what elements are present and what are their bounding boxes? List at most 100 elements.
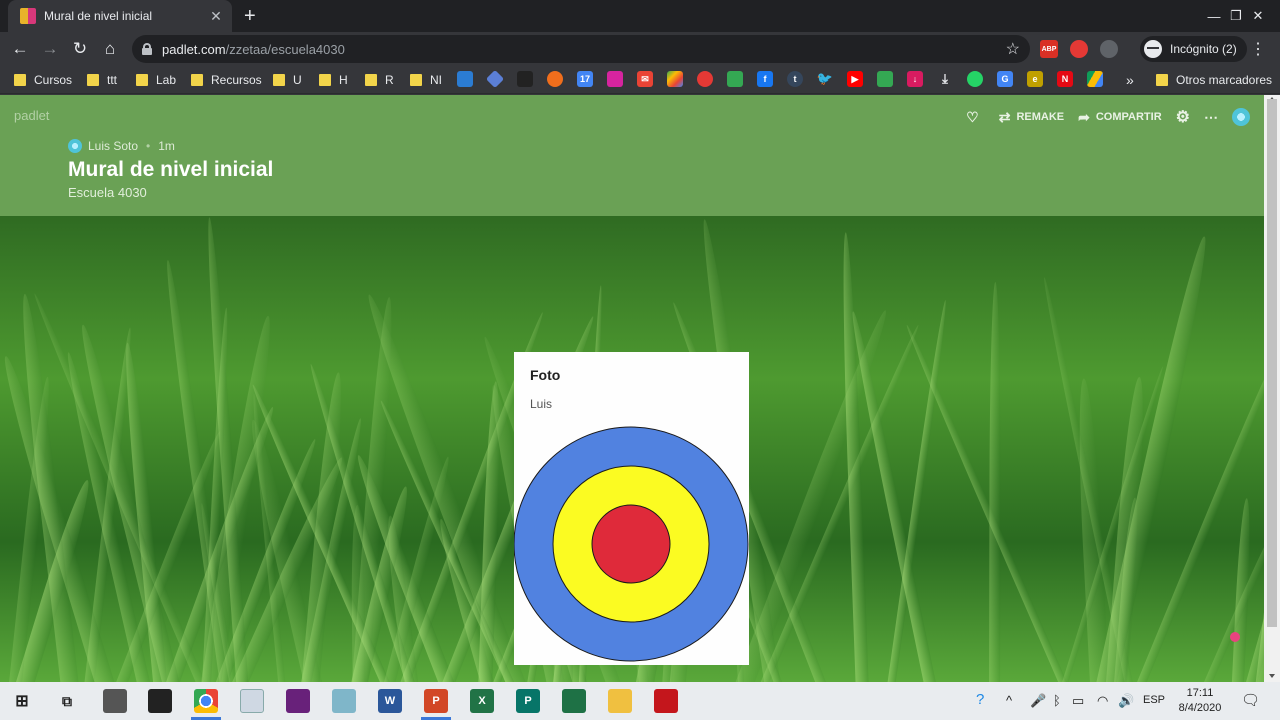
twitter-bookmark-icon[interactable]: 🐦 [817,71,833,87]
whatsapp-bookmark-icon[interactable] [967,71,983,87]
lock-icon [142,43,152,55]
bookmark-folder[interactable]: Lab [136,71,176,89]
outlook-bookmark-icon[interactable] [457,71,473,87]
heart-icon: ♡ [966,108,979,125]
reload-icon[interactable]: ↻ [68,37,92,61]
app-icon[interactable] [332,689,356,713]
help-icon[interactable]: ? [976,691,984,708]
bookmark-folder[interactable]: Recursos [191,71,262,89]
grass-background: Foto Luis [0,216,1264,682]
page-scrollbar[interactable] [1264,95,1280,682]
post-title: Foto [530,367,561,383]
youtube-bookmark-icon[interactable]: ▶ [847,71,863,87]
facebook-bookmark-icon[interactable]: f [757,71,773,87]
padlet-favicon-icon [20,8,36,24]
close-tab-icon[interactable]: ✕ [208,8,224,25]
grass-blade [988,281,1002,682]
translate-bookmark-icon[interactable]: G [997,71,1013,87]
folder-icon [14,74,26,86]
powerpoint-icon[interactable]: P [424,689,448,713]
language-indicator[interactable]: ESP [1143,694,1165,706]
bluetooth-icon[interactable]: ᛒ [1053,693,1061,708]
chrome-taskbar-icon[interactable] [194,689,218,713]
notification-dot[interactable] [1230,632,1240,642]
browser-toolbar: ← → ↻ ⌂ padlet.com/zzetaa/escuela4030 ☆ … [0,32,1280,66]
instagram-bookmark-icon[interactable] [607,71,623,87]
microphone-icon[interactable]: 🎤 [1030,693,1046,709]
notifications-icon[interactable]: 🗨 [1241,691,1260,709]
classroom-bookmark-icon[interactable] [727,71,743,87]
download-bookmark-icon[interactable]: ⤓ [937,71,953,87]
new-tab-icon[interactable]: + [244,4,256,28]
scroll-thumb[interactable] [1267,99,1277,627]
address-bar[interactable]: padlet.com/zzetaa/escuela4030 ☆ [132,35,1030,63]
calendar-bookmark-icon[interactable]: 17 [577,71,593,87]
volume-icon[interactable]: 🔊 [1118,693,1134,709]
settings-button[interactable]: ⚙ [1176,107,1190,127]
close-window-icon[interactable]: ✕ [1236,0,1280,32]
wifi-icon[interactable]: ◠ [1097,693,1108,709]
remake-button[interactable]: ⇄ REMAKE [999,109,1064,126]
back-icon[interactable]: ← [8,37,32,61]
home-icon[interactable]: ⌂ [98,37,122,61]
educ-bookmark-icon[interactable]: e [1027,71,1043,87]
tray-chevron-up-icon[interactable]: ^ [1006,693,1012,708]
notepad-icon[interactable] [240,689,264,713]
more-button[interactable]: ⋯ [1204,109,1218,126]
browser-tab[interactable]: Mural de nivel inicial ✕ [8,0,232,32]
battery-icon[interactable]: ▭ [1072,693,1084,709]
avatar [1232,108,1250,126]
tumblr-bookmark-icon[interactable]: t [787,71,803,87]
bookmark-label: U [293,73,302,87]
incognito-badge[interactable]: Incógnito (2) [1140,36,1247,62]
colorful-bookmark-icon[interactable] [667,71,683,87]
chrome-menu-icon[interactable]: ⋮ [1250,39,1266,59]
app-green-icon[interactable] [562,689,586,713]
bookmark-label: Cursos [34,73,73,87]
scroll-down-icon[interactable] [1269,674,1275,678]
gmail-bookmark-icon[interactable]: ✉ [637,71,653,87]
acrobat-icon[interactable] [654,689,678,713]
word-icon[interactable]: W [378,689,402,713]
bookmark-folder[interactable]: R [365,71,394,89]
download-red-bookmark-icon[interactable]: ↓ [907,71,923,87]
folder-icon [410,74,422,86]
adblock-extension-icon[interactable]: ABP [1040,40,1058,58]
publisher-icon[interactable]: P [516,689,540,713]
padlet-logo[interactable]: padlet [14,108,49,123]
extension-red-icon[interactable] [1070,40,1088,58]
share-button[interactable]: ➦ COMPARTIR [1078,109,1162,126]
clock-time: 17:11 [1186,687,1214,699]
more-bookmarks-icon[interactable]: » [1126,71,1134,89]
padlet-post[interactable]: Foto Luis [514,352,749,665]
excel-icon[interactable]: X [470,689,494,713]
bookmark-folder[interactable]: NI [410,71,442,89]
bookmark-folder[interactable]: H [319,71,348,89]
bookmark-label: Recursos [211,73,262,87]
bookmark-star-icon[interactable]: ☆ [1006,39,1020,59]
extension-puzzle-icon[interactable] [1100,40,1118,58]
visual-studio-icon[interactable] [286,689,310,713]
windows-start-icon[interactable]: ⊞ [10,689,34,713]
netflix-bookmark-icon[interactable]: N [1057,71,1073,87]
bookmark-folder[interactable]: ttt [87,71,117,89]
bookmark-folder[interactable]: U [273,71,302,89]
folder-icon [136,74,148,86]
firefox-bookmark-icon[interactable] [547,71,563,87]
other-bookmarks-folder[interactable]: Otros marcadores [1156,71,1272,89]
padlet-header: padlet ♡ ⇄ REMAKE ➦ COMPARTIR ⚙ ⋯ Luis Sot… [0,95,1264,216]
calculator-icon[interactable] [103,689,127,713]
user-avatar-button[interactable] [1232,108,1250,126]
incognito-icon [1144,40,1162,58]
bookmark-folder[interactable]: Cursos [14,71,72,89]
pinwheel-bookmark-icon[interactable] [877,71,893,87]
heart-bookmark-icon[interactable] [697,71,713,87]
file-explorer-icon[interactable] [608,689,632,713]
store-icon[interactable] [148,689,172,713]
drive-bookmark-icon[interactable] [1087,71,1103,87]
forward-icon[interactable]: → [38,37,62,61]
like-button[interactable]: ♡ [966,109,985,126]
dark-bookmark-icon[interactable] [517,71,533,87]
taskbar-clock[interactable]: 17:11 8/4/2020 [1175,686,1225,716]
task-view-icon[interactable]: ⧉ [55,689,79,713]
